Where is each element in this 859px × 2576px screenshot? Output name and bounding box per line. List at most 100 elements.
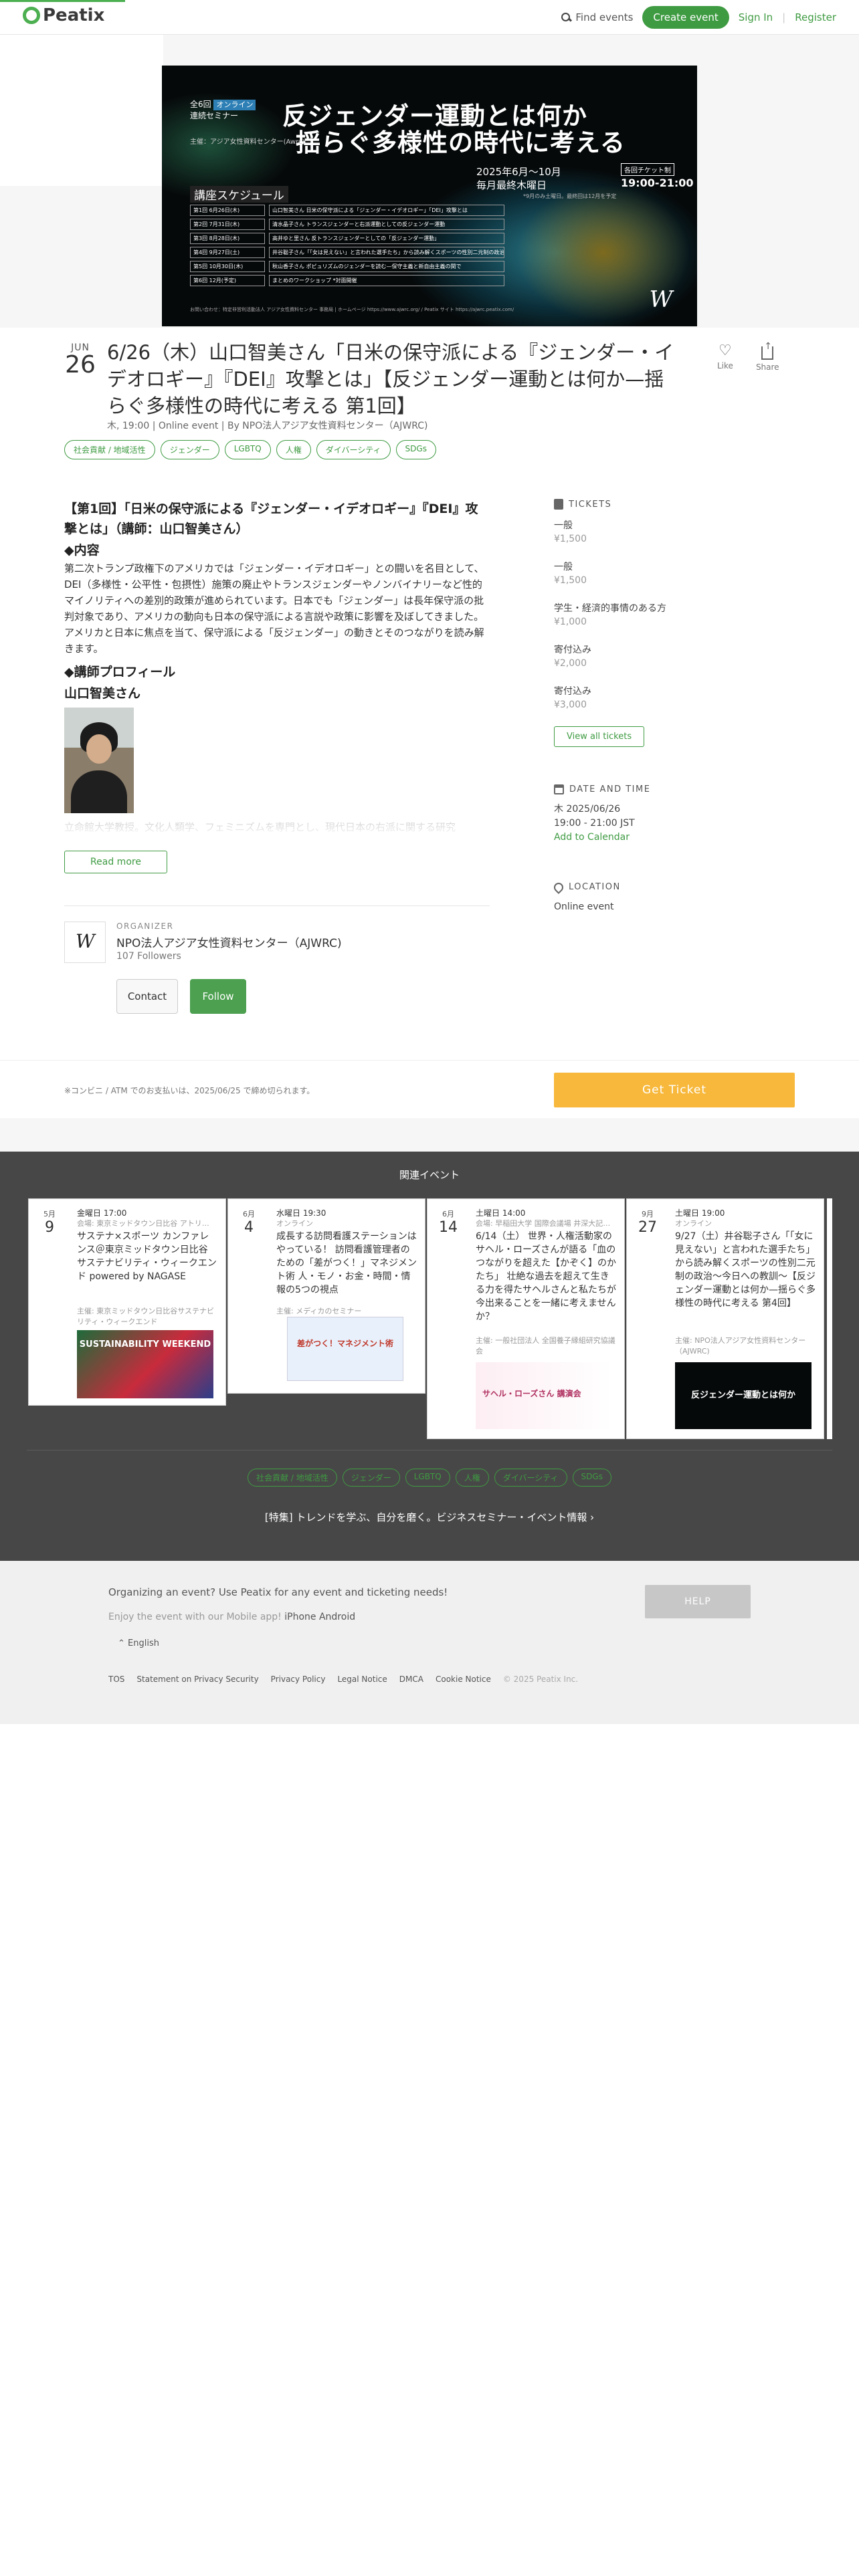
event-tag[interactable]: LGBTQ xyxy=(224,440,271,459)
location-heading: LOCATION xyxy=(552,880,795,894)
card-title: 6/14（土） 世界・人権活動家のサヘル・ローズさんが語る「血のつながりを超えた… xyxy=(476,1231,616,1322)
related-event-card[interactable]: 5月 9 金曜日 17:00 会場: 東京ミッドタウン日比谷 アトリウム サステナ… xyxy=(28,1198,226,1406)
related-event-card[interactable]: 6月14 土曜日 14:00 会場: 早稲田大学 国際会議場 井深大記念ホール … xyxy=(427,1198,625,1439)
share-button[interactable]: Share xyxy=(756,341,779,372)
related-tag[interactable]: 人権 xyxy=(455,1469,489,1487)
organizer-logo[interactable]: W xyxy=(64,922,106,963)
footer-link-tos[interactable]: TOS xyxy=(108,1675,124,1684)
event-tag[interactable]: SDGs xyxy=(395,440,436,459)
android-link[interactable]: Android xyxy=(319,1612,355,1622)
schedule-date: 第5回 10月30日(木) xyxy=(190,261,265,272)
poster-series-count: 全6回 xyxy=(190,100,211,109)
register-link[interactable]: Register xyxy=(795,11,836,23)
footer-link-privacy-policy[interactable]: Privacy Policy xyxy=(271,1675,326,1684)
ticket-price: ¥2,000 xyxy=(554,658,587,669)
feature-link[interactable]: [特集] トレンドを学ぶ、自分を磨く。ビジネスセミナー・イベント情報 › xyxy=(0,1510,859,1524)
get-ticket-button[interactable]: Get Ticket xyxy=(554,1073,795,1107)
footer-link-dmca[interactable]: DMCA xyxy=(399,1675,423,1684)
language-selector[interactable]: ⌃ English xyxy=(118,1638,159,1648)
related-event-card[interactable]: 9月 27 土曜日 19:00 オンライン 9/27（土）井谷聡子さん「「女に見え… xyxy=(626,1198,824,1439)
find-events-link[interactable]: Find events xyxy=(561,11,633,23)
event-tags: 社会貢献 / 地域活性 ジェンダー LGBTQ 人権 ダイバーシティ SDGs xyxy=(64,440,436,459)
card-date: 6月 4 xyxy=(235,1208,263,1236)
card-title: サステナ×スポーツ カンファレンス＠東京ミッドタウン日比谷 サステナビリティ・ウ… xyxy=(77,1231,217,1282)
footer-app-line: Enjoy the event with our Mobile app! iPh… xyxy=(108,1612,355,1622)
logo-text: Peatix xyxy=(43,5,105,25)
poster-schedule-row: 第6回 12月(予定) まとめのワークショップ *対面開催 xyxy=(190,275,504,286)
card-image: サヘル・ローズさん 講演会 xyxy=(476,1362,612,1429)
truncated-text: 立命館大学教授。文化人類学、フェミニズムを専門とし、現代日本の右派に関する研究 xyxy=(64,821,456,833)
event-title: 6/26（木）山口智美さん「日米の保守派による『ジェンダー・イデオロギー』『DE… xyxy=(107,341,674,417)
footer-link-cookie[interactable]: Cookie Notice xyxy=(436,1675,491,1684)
event-datetime: 木 2025/06/26 19:00 - 21:00 JST Add to Ca… xyxy=(554,802,795,845)
header-nav: Find events Create event Sign In | Regis… xyxy=(561,6,836,29)
like-button[interactable]: Like xyxy=(717,342,733,372)
schedule-topic: 清水晶子さん トランスジェンダーと右派運動としての反ジェンダー運動 xyxy=(269,219,504,230)
peatix-logo[interactable]: Peatix xyxy=(23,5,104,25)
ticket-price: ¥3,000 xyxy=(554,700,587,710)
card-when: 金曜日 17:00 xyxy=(77,1208,127,1218)
share-icon xyxy=(761,341,774,360)
card-organizer: 主催: 東京ミッドタウン日比谷サステナビリティ・ウィークエンド xyxy=(77,1307,214,1326)
poster-date-day: 毎月最終木曜日 xyxy=(476,179,547,191)
event-time-line: 19:00 - 21:00 JST xyxy=(554,818,635,829)
event-tag[interactable]: ダイバーシティ xyxy=(316,440,391,459)
related-event-card[interactable]: 6月 4 水曜日 19:30 オンライン 成長する訪問看護ステーションはやっている… xyxy=(227,1198,425,1394)
related-events-carousel[interactable]: 5月 9 金曜日 17:00 会場: 東京ミッドタウン日比谷 アトリウム サステナ… xyxy=(27,1198,832,1446)
related-tag[interactable]: 社会貢献 / 地域活性 xyxy=(248,1469,337,1487)
ticket-price: ¥1,500 xyxy=(554,534,587,544)
related-tag[interactable]: SDGs xyxy=(572,1469,611,1487)
related-tags: 社会貢献 / 地域活性 ジェンダー LGBTQ 人権 ダイバーシティ SDGs xyxy=(0,1469,859,1487)
related-tag[interactable]: ジェンダー xyxy=(342,1469,400,1487)
organizer-name[interactable]: NPO法人アジア女性資料センター（AJWRC) xyxy=(116,934,342,950)
datetime-heading: DATE AND TIME xyxy=(554,784,795,794)
add-to-calendar-link[interactable]: Add to Calendar xyxy=(554,831,795,845)
event-tag[interactable]: 社会貢献 / 地域活性 xyxy=(64,440,155,459)
organizer-label: ORGANIZER xyxy=(116,922,174,931)
poster-schedule-row: 第5回 10月30日(木) 秋山香子さん ポピュリズムのジェンダーを読む—保守主義… xyxy=(190,261,504,272)
poster-online-pill: オンライン xyxy=(213,100,256,110)
help-button[interactable]: HELP xyxy=(645,1585,751,1618)
follow-button[interactable]: Follow xyxy=(190,979,246,1014)
language-label: English xyxy=(128,1638,159,1648)
poster-schedule-row: 第3回 8月28日(木) 高井ゆと里さん 反トランスジェンダーとしての「反ジェンダ… xyxy=(190,233,504,244)
card-image: SUSTAINABILITY WEEKEND xyxy=(77,1330,213,1398)
event-date-badge: JUN 26 xyxy=(64,342,96,377)
find-events-label: Find events xyxy=(575,11,634,23)
poster-schedule-row: 第4回 9月27日(土) 井谷聡子さん「「女は見えない」と言われた選手たち」から読… xyxy=(190,247,504,258)
schedule-date: 第2回 7月31日(木) xyxy=(190,219,265,230)
event-meta: 木, 19:00 | Online event | By NPO法人アジア女性資… xyxy=(107,421,428,431)
iphone-link[interactable]: iPhone xyxy=(284,1612,316,1622)
event-tag[interactable]: ジェンダー xyxy=(160,440,219,459)
event-description: 【第1回】「日米の保守派による『ジェンダー・イデオロギー』『DEI』攻撃とは」（… xyxy=(64,499,490,839)
event-actions: Like Share xyxy=(717,341,779,372)
search-icon xyxy=(561,12,571,23)
footer-link-privacy-security[interactable]: Statement on Privacy Security xyxy=(136,1675,258,1684)
related-events-section: 関連イベント 5月 9 金曜日 17:00 会場: 東京ミッドタウン日比谷 アトリ… xyxy=(0,1152,859,1561)
card-day: 27 xyxy=(638,1219,657,1236)
caret-up-icon: ⌃ xyxy=(118,1638,125,1648)
view-all-tickets-button[interactable]: View all tickets xyxy=(554,726,645,747)
content-body: 第二次トランプ政権下のアメリカでは「ジェンダー・イデオロギー」との闘いを名目とし… xyxy=(64,562,484,655)
hero-white-block xyxy=(0,35,163,186)
card-place: 会場: 早稲田大学 国際会議場 井深大記念ホール xyxy=(476,1219,613,1228)
create-event-button[interactable]: Create event xyxy=(642,6,729,29)
read-more-button[interactable]: Read more xyxy=(64,851,167,873)
ticket-name: 一般 xyxy=(554,562,573,572)
poster-schedule-row: 第2回 7月31日(木) 清水晶子さん トランスジェンダーと右派運動としての反ジェ… xyxy=(190,219,504,230)
heart-icon xyxy=(719,342,732,359)
sign-in-link[interactable]: Sign In xyxy=(739,11,773,23)
footer-link-legal[interactable]: Legal Notice xyxy=(337,1675,387,1684)
card-date: 5月 9 xyxy=(35,1208,64,1236)
site-header: Peatix Find events Create event Sign In … xyxy=(0,0,859,35)
contact-button[interactable]: Contact xyxy=(116,979,178,1014)
event-day: 26 xyxy=(65,351,96,379)
card-banner: SUSTAINABILITY WEEKEND xyxy=(79,1339,211,1350)
card-image: 反ジェンダー運動とは何か xyxy=(675,1362,812,1429)
event-date-line: 木 2025/06/26 xyxy=(554,804,621,815)
event-tag[interactable]: 人権 xyxy=(276,440,311,459)
related-tag[interactable]: ダイバーシティ xyxy=(494,1469,567,1487)
related-tag[interactable]: LGBTQ xyxy=(405,1469,450,1487)
card-day: 4 xyxy=(244,1219,254,1236)
profile-heading: ◆講師プロフィール xyxy=(64,665,176,679)
